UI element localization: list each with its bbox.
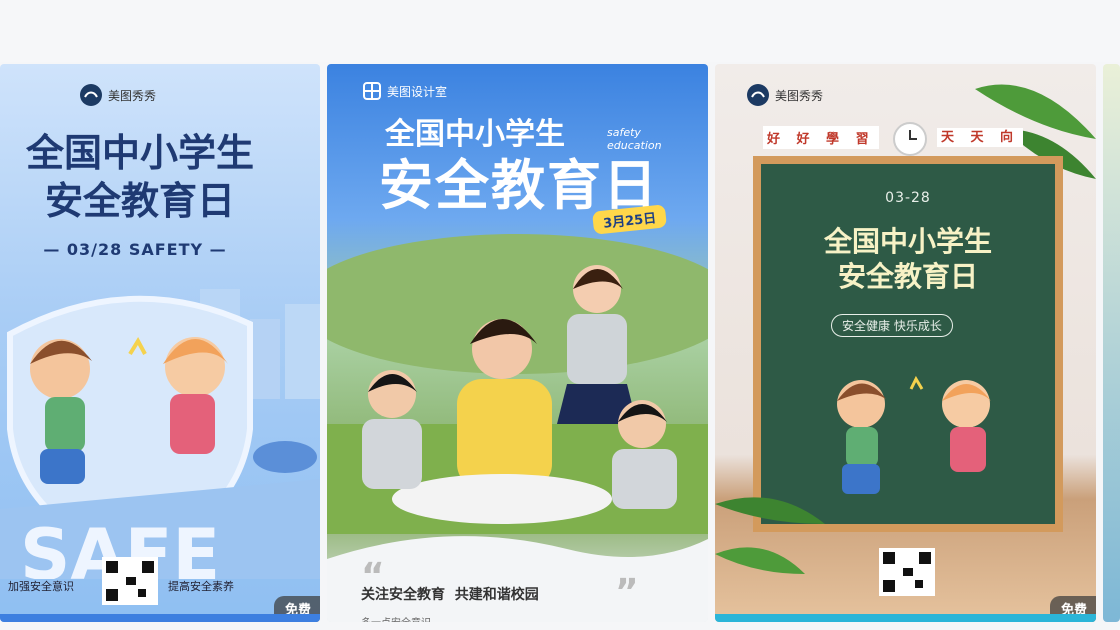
board-motto: 安全健康 快乐成长	[831, 314, 953, 337]
brand-label: 美图设计室	[363, 82, 447, 100]
title-line-1: 全国中小学生	[385, 117, 565, 152]
english-line-2: education	[607, 139, 662, 153]
banner-right: 天 天 向	[937, 126, 1024, 147]
teacher-students-photo	[327, 234, 708, 534]
title-line-1: 全国中小学生	[25, 131, 254, 175]
title-line-2: 安全教育日	[44, 178, 235, 223]
kids-illustration	[837, 375, 991, 494]
board-date: 03-28	[885, 190, 931, 206]
poster-title: 全国中小学生 安全教育日	[0, 130, 290, 225]
template-card-1[interactable]: 美图秀秀 全国中小学生 安全教育日 — 03/28 SAFETY — SAFE …	[0, 64, 320, 622]
quote-close-icon: ”	[615, 572, 639, 613]
banner-left: 好 好 學 習	[763, 126, 879, 149]
kids-illustration: SAFE	[0, 289, 320, 579]
english-line-1: safety	[607, 126, 641, 139]
slogan-text: 关注安全教育 共建和谐校园	[361, 587, 539, 603]
template-card-3[interactable]: 美图秀秀 好 好 學 習 天 天 向 03-28 全国中小学生 安全教育日 安全…	[715, 64, 1096, 622]
qr-code	[879, 548, 935, 596]
qr-code	[102, 557, 158, 605]
template-card-2[interactable]: 美图设计室 全国中小学生 safety education 安全教育日 3月25…	[327, 64, 708, 622]
footer-left-text: 加强安全意识	[8, 580, 74, 593]
brand-name: 美图设计室	[387, 84, 448, 99]
clock-icon	[893, 122, 927, 156]
brand-label: 美图秀秀	[747, 84, 823, 106]
banner-left-text: 好 好 學 習	[763, 126, 879, 149]
brand-label: 美图秀秀	[80, 84, 156, 106]
meitu-logo-icon	[747, 84, 769, 106]
banner-right-text: 天 天 向	[937, 128, 1024, 147]
footer-right-text: 提高安全素养	[168, 580, 234, 593]
title-line-2: 安全教育日	[837, 260, 978, 293]
design-studio-logo-icon	[363, 82, 381, 100]
next-card-strip	[715, 614, 1096, 622]
board-title: 全国中小学生 安全教育日	[761, 224, 1055, 294]
brand-name: 美图秀秀	[775, 88, 824, 103]
meitu-logo-icon	[80, 84, 102, 106]
template-card-4-partial[interactable]	[1103, 64, 1120, 622]
top-bar	[0, 0, 1120, 62]
brand-name: 美图秀秀	[108, 88, 157, 103]
next-card-strip	[0, 614, 320, 622]
title-line-1: 全国中小学生	[823, 225, 992, 258]
plant-decoration	[715, 497, 825, 574]
date-line: — 03/28 SAFETY —	[43, 240, 227, 259]
english-subtitle: safety education	[607, 126, 662, 152]
sub-slogan-text: 多一点安全意识	[361, 614, 431, 622]
